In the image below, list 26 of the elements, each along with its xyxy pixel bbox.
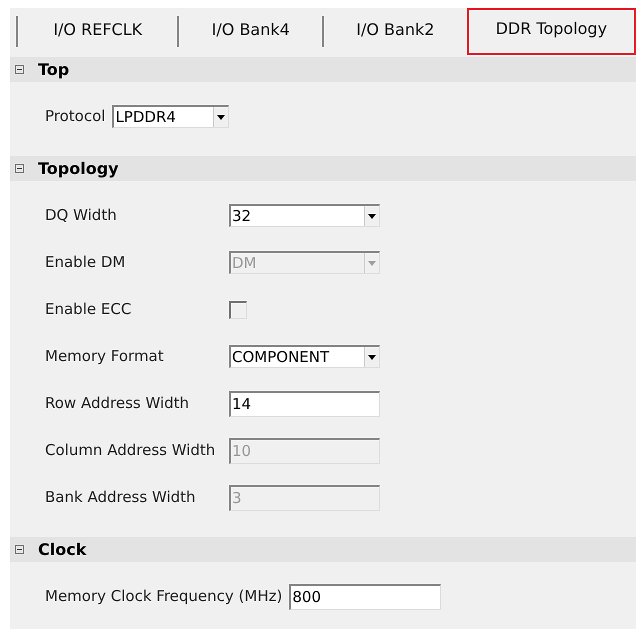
caret-icon	[368, 214, 376, 218]
field-label: Row Address Width	[45, 393, 190, 414]
field-label: Memory Format	[45, 346, 165, 368]
collapse-icon[interactable]	[15, 545, 24, 554]
field-label: Protocol	[45, 106, 106, 128]
input-field[interactable]: 14	[229, 390, 380, 416]
field-label: Enable DM	[45, 252, 126, 274]
collapse-icon[interactable]	[15, 65, 24, 74]
caret-icon	[368, 354, 376, 360]
dropdown[interactable]: COMPONENT	[229, 345, 380, 368]
input-field[interactable]: 800	[289, 584, 442, 610]
tab[interactable]: DDR Topology	[466, 8, 636, 55]
field-label: Bank Address Width	[45, 487, 197, 508]
field-label: Column Address Width	[45, 440, 216, 462]
caret-icon	[368, 260, 376, 266]
field-label: Memory Clock Frequency (MHz)	[45, 586, 282, 608]
dropdown[interactable]: LPDDR4	[112, 105, 230, 128]
field-label: DQ Width	[45, 205, 118, 226]
checkbox[interactable]	[229, 300, 247, 318]
section-title: Top	[38, 58, 70, 80]
field-label: Enable ECC	[45, 299, 132, 320]
section-title: Clock	[38, 538, 86, 560]
collapse-icon[interactable]	[15, 164, 24, 173]
caret-icon	[217, 114, 226, 120]
section-title: Topology	[38, 158, 119, 180]
dropdown[interactable]: 32	[229, 204, 380, 227]
